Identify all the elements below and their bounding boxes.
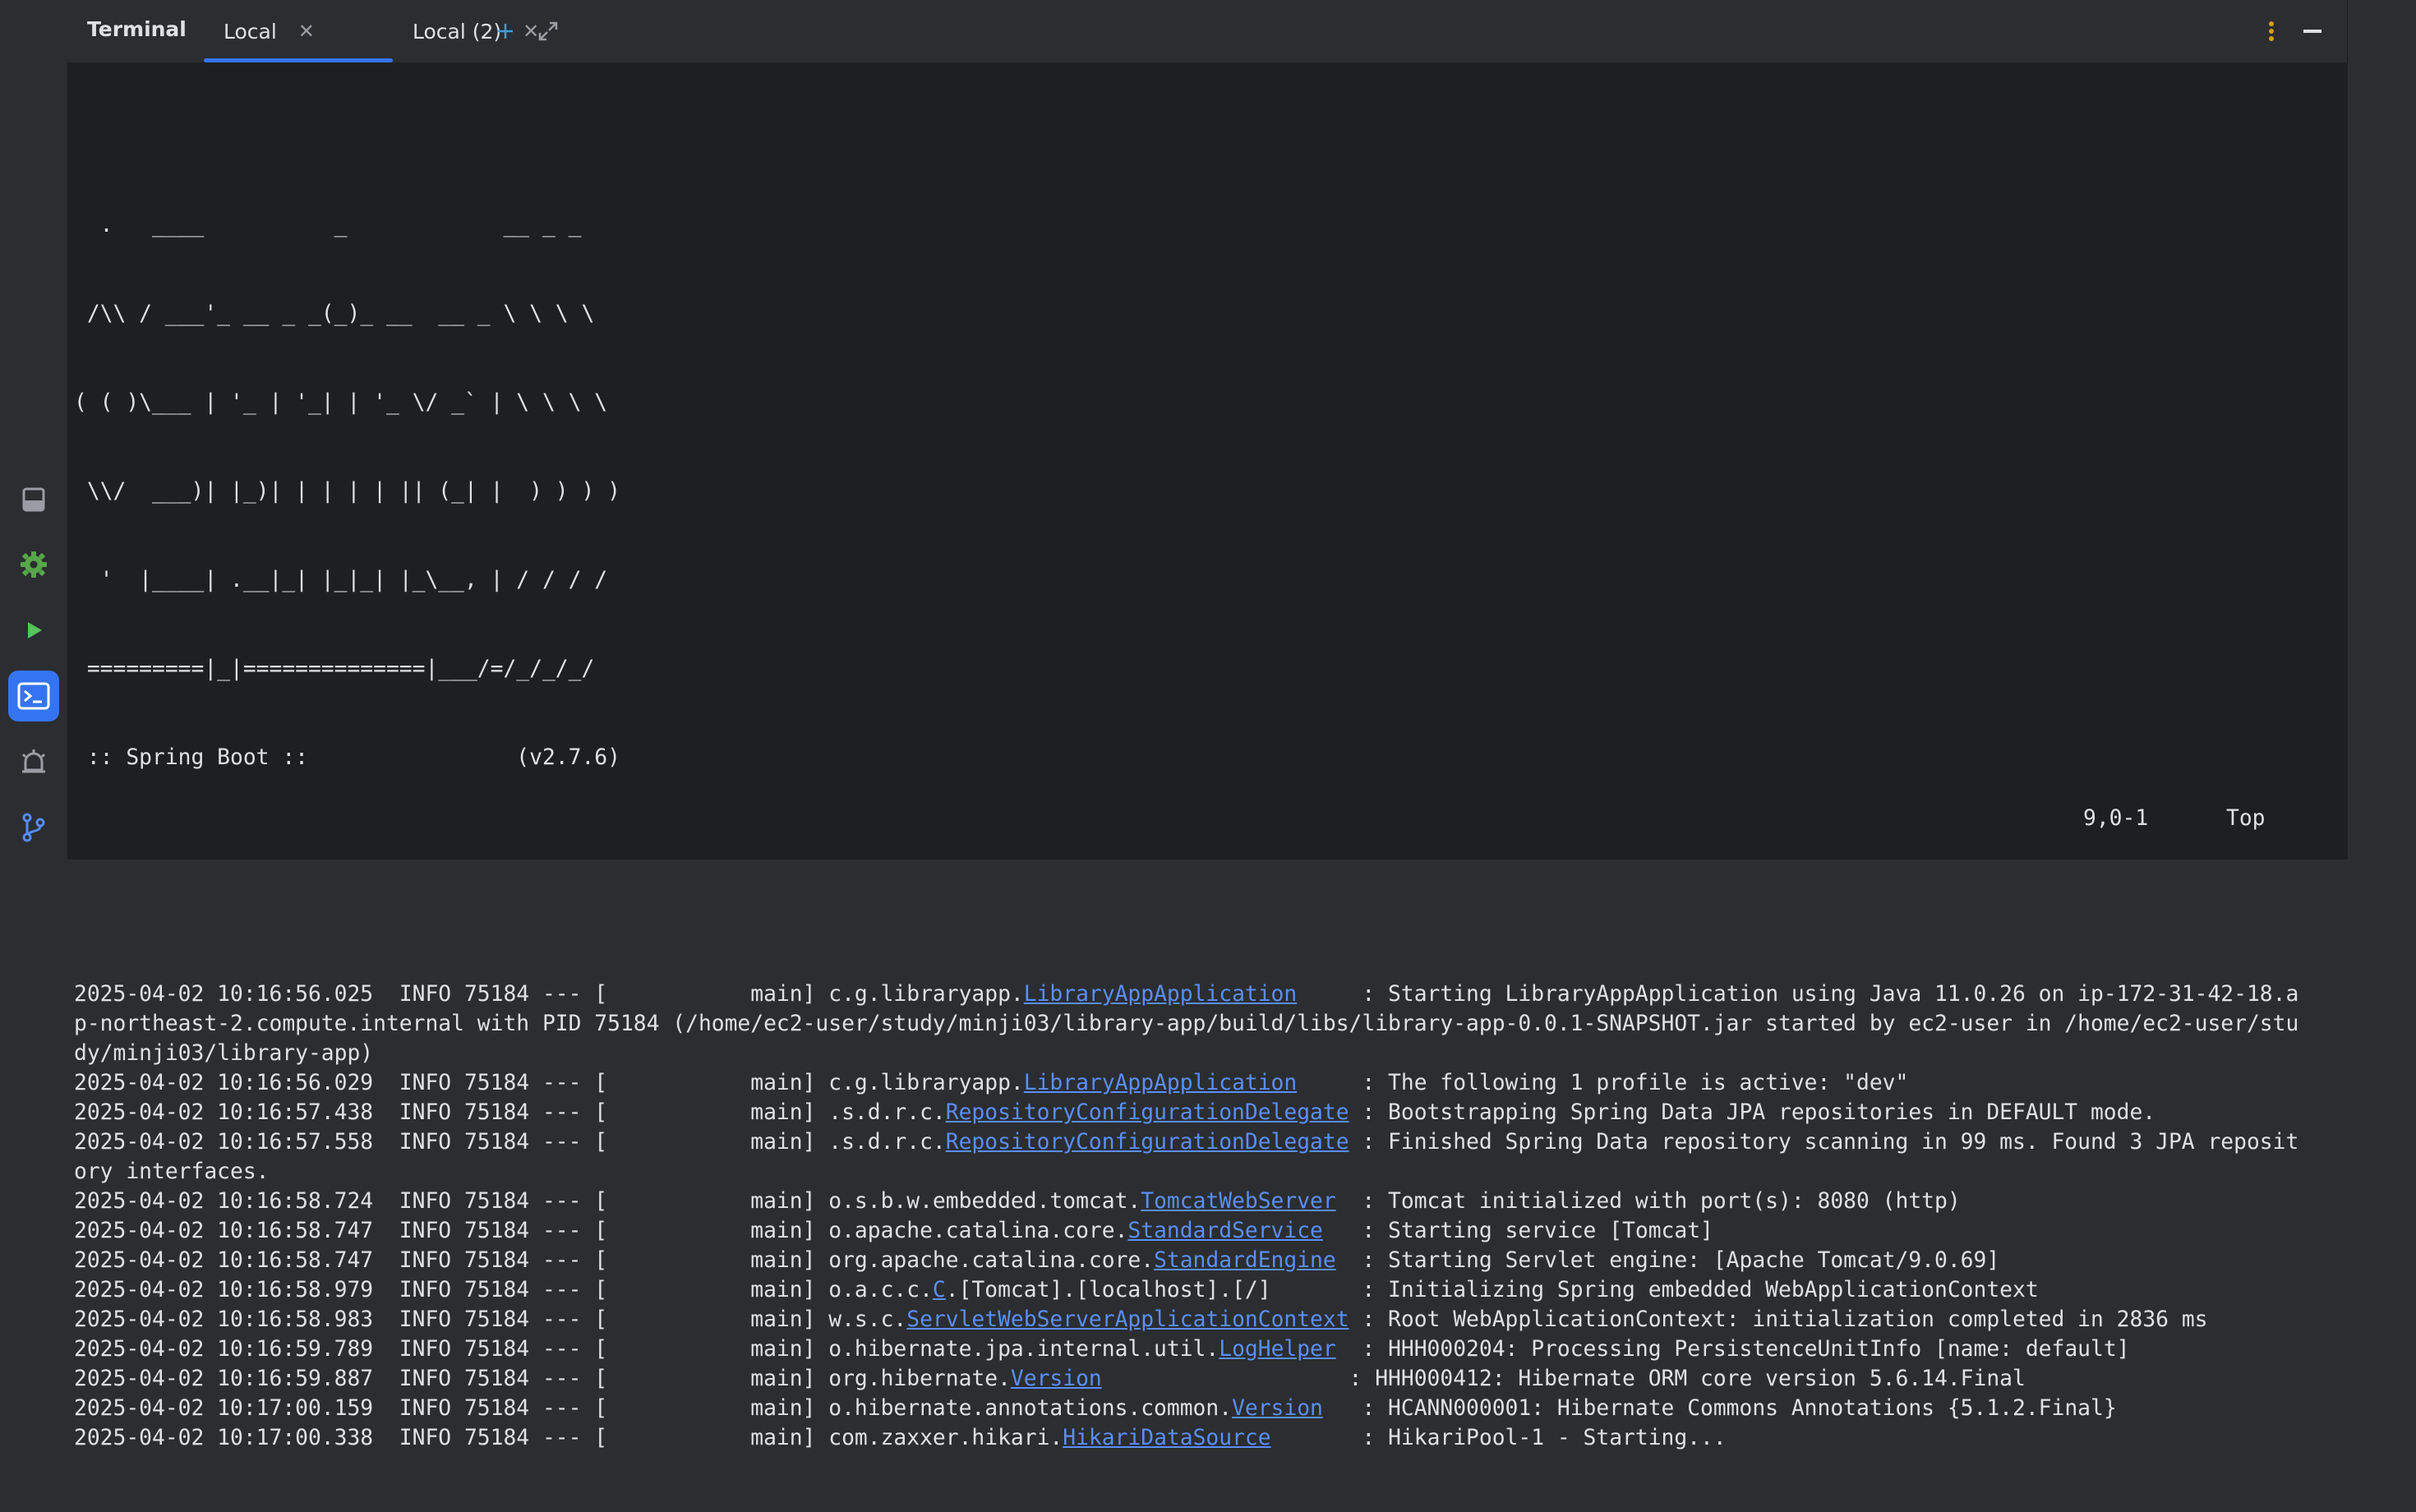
logger-class-link[interactable]: Version xyxy=(1232,1396,1323,1421)
log-message: : Starting service [Tomcat] xyxy=(1322,1219,1713,1243)
logger-class-link[interactable]: HikariDataSource xyxy=(1063,1426,1270,1450)
banner-line: /\\ / ___'_ __ _ _(_)_ __ __ _ \ \ \ \ xyxy=(74,302,595,326)
log-prefix: 2025-04-02 10:16:57.438 INFO 75184 --- [… xyxy=(74,1100,946,1125)
terminal-tab-bar: Terminal Local ✕ Local (2) ✕ xyxy=(67,0,2347,62)
logger-class-link[interactable]: RepositoryConfigurationDelegate xyxy=(946,1100,1349,1125)
spring-boot-banner: . ____ _ __ _ _ /\\ / ___'_ __ _ _(_)_ _… xyxy=(74,151,2342,832)
log-prefix: 2025-04-02 10:16:59.887 INFO 75184 --- [… xyxy=(74,1367,1011,1391)
tool-window-title: Terminal xyxy=(87,17,187,41)
log-line: 2025-04-02 10:16:58.724 INFO 75184 --- [… xyxy=(74,1187,2342,1216)
git-icon[interactable] xyxy=(8,802,59,853)
log-continuation-line: dy/minji03/library-app) xyxy=(74,1041,374,1066)
log-line: 2025-04-02 10:16:56.029 INFO 75184 --- [… xyxy=(74,1068,2342,1098)
log-line: 2025-04-02 10:17:00.338 INFO 75184 --- [… xyxy=(74,1423,2342,1453)
terminal-panel: Terminal Local ✕ Local (2) ✕ . ____ _ __… xyxy=(67,0,2347,1450)
logger-class-link[interactable]: LogHelper xyxy=(1219,1337,1336,1362)
banner-line: \\/ ___)| |_)| | | | | || (_| | ) ) ) ) xyxy=(74,479,620,504)
log-message: : HHH000412: Hibernate ORM core version … xyxy=(1101,1367,2026,1391)
log-message: : Starting Servlet engine: [Apache Tomca… xyxy=(1335,1248,2000,1273)
database-icon[interactable] xyxy=(8,474,59,525)
log-message: : Finished Spring Data repository scanni… xyxy=(1349,1130,2299,1155)
logger-class-link[interactable]: LibraryAppApplication xyxy=(1024,982,1297,1007)
tab-label: Local xyxy=(224,19,277,44)
log-message: : HCANN000001: Hibernate Commons Annotat… xyxy=(1322,1396,2117,1421)
log-line: 2025-04-02 10:16:58.983 INFO 75184 --- [… xyxy=(74,1305,2342,1335)
log-line: 2025-04-02 10:16:57.558 INFO 75184 --- [… xyxy=(74,1127,2342,1157)
add-icon[interactable] xyxy=(489,15,522,48)
tab-local[interactable]: Local ✕ xyxy=(204,0,393,62)
log-message: : Root WebApplicationContext: initializa… xyxy=(1349,1307,2208,1332)
log-message: : Tomcat initialized with port(s): 8080 … xyxy=(1335,1189,1961,1214)
log-line: 2025-04-02 10:16:57.438 INFO 75184 --- [… xyxy=(74,1098,2342,1127)
log-prefix: 2025-04-02 10:16:58.724 INFO 75184 --- [… xyxy=(74,1189,1141,1214)
run-icon[interactable] xyxy=(8,605,59,656)
tab-label: Local (2) xyxy=(413,19,502,44)
log-line: 2025-04-02 10:16:56.025 INFO 75184 --- [… xyxy=(74,980,2342,1009)
banner-line: . ____ _ __ _ _ xyxy=(74,213,582,237)
right-sidebar xyxy=(2347,0,2416,860)
close-icon[interactable]: ✕ xyxy=(298,20,315,43)
more-options-icon[interactable] xyxy=(2255,15,2288,48)
log-message: : HHH000204: Processing PersistenceUnitI… xyxy=(1335,1337,2130,1362)
logger-class-link[interactable]: StandardEngine xyxy=(1154,1248,1336,1273)
log-prefix: 2025-04-02 10:16:57.558 INFO 75184 --- [… xyxy=(74,1130,946,1155)
log-prefix: 2025-04-02 10:17:00.159 INFO 75184 --- [… xyxy=(74,1396,1233,1421)
minimize-icon[interactable] xyxy=(2296,15,2329,48)
log-output: 2025-04-02 10:16:56.025 INFO 75184 --- [… xyxy=(74,980,2342,1453)
banner-line: :: Spring Boot :: (v2.7.6) xyxy=(74,745,620,770)
log-continuation-line: p-northeast-2.compute.internal with PID … xyxy=(74,1012,2299,1036)
log-message: : Bootstrapping Spring Data JPA reposito… xyxy=(1349,1100,2156,1125)
banner-line: =========|_|==============|___/=/_/_/_/ xyxy=(74,657,595,681)
log-message: .[Tomcat].[localhost].[/] : Initializing… xyxy=(945,1278,2039,1302)
logger-class-link[interactable]: StandardService xyxy=(1127,1219,1322,1243)
log-line: 2025-04-02 10:16:58.747 INFO 75184 --- [… xyxy=(74,1216,2342,1246)
log-message: : The following 1 profile is active: "de… xyxy=(1297,1071,1909,1095)
log-line: 2025-04-02 10:16:58.747 INFO 75184 --- [… xyxy=(74,1246,2342,1275)
log-message: : HikariPool-1 - Starting... xyxy=(1270,1426,1727,1450)
log-prefix: 2025-04-02 10:16:58.747 INFO 75184 --- [… xyxy=(74,1219,1128,1243)
cursor-position: 9,0-1 xyxy=(2083,806,2149,831)
log-prefix: 2025-04-02 10:16:56.029 INFO 75184 --- [… xyxy=(74,1071,1024,1095)
log-prefix: 2025-04-02 10:16:59.789 INFO 75184 --- [… xyxy=(74,1337,1220,1362)
logger-class-link[interactable]: TomcatWebServer xyxy=(1141,1189,1335,1214)
log-prefix: 2025-04-02 10:17:00.338 INFO 75184 --- [… xyxy=(74,1426,1063,1450)
expand-icon[interactable] xyxy=(532,15,565,48)
log-prefix: 2025-04-02 10:16:58.983 INFO 75184 --- [… xyxy=(74,1307,907,1332)
log-prefix: 2025-04-02 10:16:56.025 INFO 75184 --- [… xyxy=(74,982,1024,1007)
terminal-output[interactable]: . ____ _ __ _ _ /\\ / ___'_ __ _ _(_)_ _… xyxy=(74,92,2342,1512)
log-line: 2025-04-02 10:16:59.887 INFO 75184 --- [… xyxy=(74,1364,2342,1394)
log-line: 2025-04-02 10:16:58.979 INFO 75184 --- [… xyxy=(74,1275,2342,1305)
log-prefix: 2025-04-02 10:16:58.747 INFO 75184 --- [… xyxy=(74,1248,1155,1273)
banner-line: ( ( )\___ | '_ | '_| | '_ \/ _` | \ \ \ … xyxy=(74,390,608,415)
logger-class-link[interactable]: RepositoryConfigurationDelegate xyxy=(946,1130,1349,1155)
terminal-icon[interactable] xyxy=(8,671,59,721)
banner-line: ' |____| .__|_| |_|_| |_\__, | / / / / xyxy=(74,568,608,592)
logger-class-link[interactable]: C xyxy=(933,1278,946,1302)
log-message: : Starting LibraryAppApplication using J… xyxy=(1297,982,2299,1007)
logger-class-link[interactable]: LibraryAppApplication xyxy=(1024,1071,1297,1095)
problems-icon[interactable] xyxy=(8,736,59,787)
logger-class-link[interactable]: Version xyxy=(1011,1367,1102,1391)
scroll-indicator: Top xyxy=(2226,806,2266,831)
left-sidebar xyxy=(0,0,68,860)
log-prefix: 2025-04-02 10:16:58.979 INFO 75184 --- [… xyxy=(74,1278,933,1302)
log-line: 2025-04-02 10:16:59.789 INFO 75184 --- [… xyxy=(74,1335,2342,1364)
log-continuation-line: ory interfaces. xyxy=(74,1159,270,1184)
log-line: 2025-04-02 10:17:00.159 INFO 75184 --- [… xyxy=(74,1394,2342,1423)
logger-class-link[interactable]: ServletWebServerApplicationContext xyxy=(906,1307,1349,1332)
services-icon[interactable] xyxy=(8,539,59,590)
